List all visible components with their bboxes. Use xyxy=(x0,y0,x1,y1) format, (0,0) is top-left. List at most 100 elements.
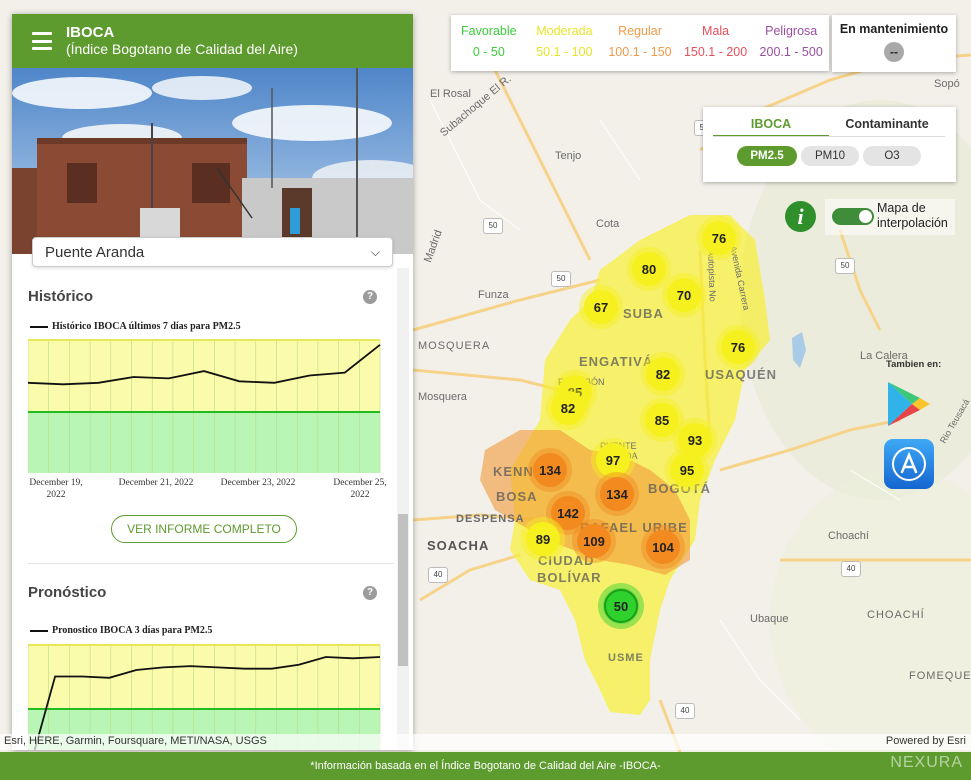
scrollbar-track[interactable] xyxy=(397,268,409,750)
place-label: Ubaque xyxy=(750,613,789,625)
maintenance-badge: -- xyxy=(884,42,904,62)
district-label: BOLÍVAR xyxy=(537,570,602,585)
station-marker[interactable]: 70 xyxy=(667,278,701,312)
menu-icon[interactable] xyxy=(32,32,52,50)
historico-band-moderada xyxy=(28,339,380,412)
road-shield: 40 xyxy=(428,567,448,583)
place-label: Choachí xyxy=(828,530,869,542)
pollutant-pm25-button[interactable]: PM2.5 xyxy=(737,146,797,166)
station-marker[interactable]: 109 xyxy=(577,524,611,558)
map-attribution: Esri, HERE, Garmin, Foursquare, METI/NAS… xyxy=(0,734,971,750)
maintenance-legend: En mantenimiento -- xyxy=(832,15,956,72)
tab-iboca[interactable]: IBOCA xyxy=(713,117,829,137)
road-shield: 40 xyxy=(841,561,861,577)
legend-peligrosa: Peligrosa 200.1 - 500 xyxy=(753,15,829,71)
legend-label: Peligrosa xyxy=(765,24,818,38)
pronostico-legend-label: Pronostico IBOCA 3 días para PM2.5 xyxy=(52,625,213,636)
place-label: FOMEQUE xyxy=(909,670,971,682)
station-marker[interactable]: 67 xyxy=(584,290,618,324)
tab-contaminante[interactable]: Contaminante xyxy=(829,117,945,137)
legend-label: Favorable xyxy=(461,24,517,38)
legend-range: 100.1 - 150 xyxy=(608,45,672,59)
station-marker[interactable]: 80 xyxy=(632,252,666,286)
station-marker[interactable]: 95 xyxy=(670,453,704,487)
nexura-logo: NEXURA xyxy=(890,754,963,771)
pronostico-title: Pronóstico xyxy=(28,584,107,601)
also-on-label: Tambien en: xyxy=(886,359,942,370)
district-label: USAQUÉN xyxy=(705,367,778,382)
help-icon[interactable]: ? xyxy=(363,586,377,600)
district-label: ENGATIVÁ xyxy=(579,354,654,369)
attribution-text: Esri, HERE, Garmin, Foursquare, METI/NAS… xyxy=(4,735,267,747)
place-label: Funza xyxy=(478,289,509,301)
historico-tick: December 23, 2022 xyxy=(220,478,296,488)
chevron-down-icon: ⌵ xyxy=(370,244,380,259)
place-label: Cota xyxy=(596,218,620,230)
maintenance-label: En mantenimiento xyxy=(839,22,949,36)
station-marker[interactable]: 93 xyxy=(678,423,712,457)
info-panel: IBOCA (Índice Bogotano de Calidad del Ai… xyxy=(12,14,413,750)
station-marker[interactable]: 89 xyxy=(526,522,560,556)
historico-title: Histórico xyxy=(28,288,94,305)
station-marker[interactable]: 76 xyxy=(702,221,736,255)
info-icon[interactable]: i xyxy=(785,201,816,232)
interpolation-label-line2: interpolación xyxy=(877,216,948,230)
legend-moderada: Moderada 50.1 - 100 xyxy=(527,15,603,71)
historico-tick: December 25, 2022 xyxy=(333,478,387,500)
place-label: El Rosal xyxy=(430,88,471,100)
place-label: Tenjo xyxy=(555,150,582,162)
station-marker[interactable]: 134 xyxy=(600,477,634,511)
scrollbar-thumb[interactable] xyxy=(398,514,408,666)
legend-label: Regular xyxy=(618,24,662,38)
legend-regular: Regular 100.1 - 150 xyxy=(602,15,678,71)
district-label: USME xyxy=(608,652,644,664)
historico-legend-label: Histórico IBOCA últimos 7 días para PM2.… xyxy=(52,321,241,332)
legend-label: Mala xyxy=(702,24,730,38)
pollutant-pm10-button[interactable]: PM10 xyxy=(801,146,859,166)
legend-range: 200.1 - 500 xyxy=(759,45,823,59)
legend-mala: Mala 150.1 - 200 xyxy=(678,15,754,71)
station-marker[interactable]: 82 xyxy=(646,357,680,391)
district-label: BOSA xyxy=(496,489,538,504)
place-label: CHOACHÍ xyxy=(867,609,925,621)
district-label: SUBA xyxy=(623,306,664,321)
place-label: Sopó xyxy=(934,78,960,90)
powered-by-esri[interactable]: Powered by Esri xyxy=(886,735,966,747)
station-marker[interactable]: 134 xyxy=(533,453,567,487)
google-play-icon[interactable] xyxy=(884,380,934,428)
help-icon[interactable]: ? xyxy=(363,290,377,304)
station-marker[interactable]: 50 xyxy=(604,589,638,623)
station-marker[interactable]: 104 xyxy=(646,530,680,564)
legend-range: 50.1 - 100 xyxy=(536,45,593,59)
road-shield: 50 xyxy=(483,218,503,234)
ver-informe-button[interactable]: VER INFORME COMPLETO xyxy=(111,515,297,543)
place-label: Autopista No xyxy=(706,250,718,302)
legend-range: 0 - 50 xyxy=(472,45,505,59)
footer-text: *Información basada en el Índice Bogotan… xyxy=(310,760,661,772)
station-marker[interactable]: 142 xyxy=(551,496,585,530)
historico-legend: Histórico IBOCA últimos 7 días para PM2.… xyxy=(30,321,241,332)
road-shield: 50 xyxy=(551,271,571,287)
historico-band-favorable xyxy=(28,412,380,473)
station-select-value: Puente Aranda xyxy=(45,243,145,261)
station-marker[interactable]: 97 xyxy=(596,443,630,477)
station-marker[interactable]: 85 xyxy=(645,403,679,437)
legend-label: Moderada xyxy=(536,24,593,38)
pollutant-o3-button[interactable]: O3 xyxy=(863,146,921,166)
station-marker[interactable]: 76 xyxy=(721,330,755,364)
air-quality-legend: Favorable 0 - 50 Moderada 50.1 - 100 Reg… xyxy=(451,15,829,71)
legend-range: 150.1 - 200 xyxy=(683,45,748,59)
road-shield: 40 xyxy=(675,703,695,719)
footer: *Información basada en el Índice Bogotan… xyxy=(0,752,971,780)
place-label: MOSQUERA xyxy=(418,340,491,352)
station-photo xyxy=(12,68,413,254)
app-store-icon[interactable] xyxy=(884,439,934,489)
panel-header: IBOCA (Índice Bogotano de Calidad del Ai… xyxy=(12,14,413,68)
panel-subtitle: (Índice Bogotano de Calidad del Aire) xyxy=(66,41,298,57)
station-select[interactable]: Puente Aranda ⌵ xyxy=(32,237,393,267)
pronostico-legend: Pronostico IBOCA 3 días para PM2.5 xyxy=(30,625,212,636)
district-label: SOACHA xyxy=(427,538,490,553)
historico-chart xyxy=(28,339,381,473)
station-marker[interactable]: 82 xyxy=(551,391,585,425)
interpolation-toggle[interactable] xyxy=(832,208,874,225)
